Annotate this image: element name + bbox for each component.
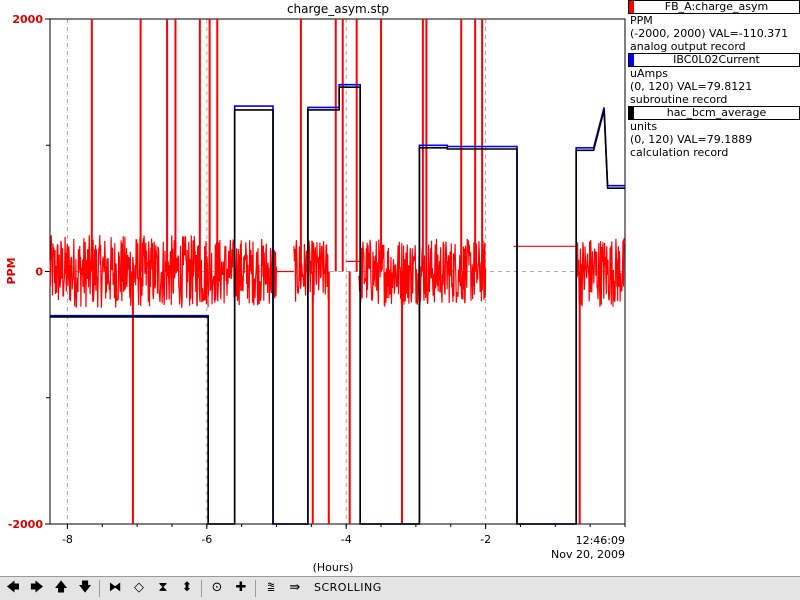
toolbar-separator [201,580,202,597]
arrow-right-icon[interactable]: 🡆 [29,580,45,596]
toolbar: 🡄 🡆 🡅 🡇 ⧓ ◇ ⧗ ⬍ ⊙ ✚ ⩰ ⇛ SCROLLING [0,576,800,600]
scroll-status: SCROLLING [314,581,382,594]
legend-entry[interactable]: FB_A:charge_asym PPM (-2000, 2000) VAL=-… [628,0,800,53]
legend-range-value: (0, 120) VAL=79.8121 [630,80,753,93]
legend-range-value: (0, 120) VAL=79.1889 [630,133,753,146]
legend-range-value: (-2000, 2000) VAL=-110.371 [630,27,789,40]
toolbar-separator [255,580,256,597]
series-ibc0l02current [50,83,625,525]
legend-entry[interactable]: IBC0L02Current uAmps (0, 120) VAL=79.812… [628,53,800,106]
series-segment [207,238,277,306]
legend-series-name: FB_A:charge_asym [664,1,769,13]
zoom-in-y-icon[interactable]: ⧗ [155,580,171,596]
legend-record-type: analog output record [630,40,746,53]
series-segment [575,238,626,307]
legend-units: units [630,120,658,133]
legend-header[interactable]: FB_A:charge_asym [628,0,800,14]
add-cross-icon[interactable]: ✚ [233,580,249,596]
legend-units: uAmps [630,67,668,80]
x-tick-label: -4 [341,533,352,546]
legend-record-type: subroutine record [630,93,728,106]
legend-panel: FB_A:charge_asym PPM (-2000, 2000) VAL=-… [628,0,800,159]
auto-scale-icon[interactable]: ⩰ [263,580,279,596]
series-segment [443,238,487,304]
series-line [50,83,625,525]
x-tick-label: -6 [201,533,212,546]
series-line [50,86,625,525]
legend-header[interactable]: hac_bcm_average [628,106,800,120]
legend-series-name: IBC0L02Current [673,54,760,66]
y-axis-label: PPM [5,257,18,284]
toolbar-separator [99,580,100,597]
zoom-out-x-icon[interactable]: ◇ [131,580,147,596]
series-segment [49,235,209,308]
y-tick-label: 2000 [12,13,43,26]
x-axis: -8 -6 -4 -2 [62,524,626,546]
x-tick-label: -8 [62,533,73,546]
end-date-label: Nov 20, 2009 [551,548,625,561]
arrow-up-icon[interactable]: 🡅 [53,580,69,596]
legend-units: PPM [630,14,653,27]
legend-entry[interactable]: hac_bcm_average units (0, 120) VAL=79.18… [628,106,800,159]
series-hac-bcm-average [50,86,625,525]
x-axis-label: (Hours) [313,561,354,574]
series-segment [293,240,330,303]
legend-series-name: hac_bcm_average [666,107,767,119]
arrow-left-icon[interactable]: 🡄 [5,580,21,596]
y-tick-label: -2000 [8,518,44,531]
scroll-mode-icon[interactable]: ⇛ [287,580,303,596]
chart-title: charge_asym.stp [287,2,389,16]
arrow-down-icon[interactable]: 🡇 [77,580,93,596]
x-tick-label: -2 [480,533,491,546]
y-tick-label: 0 [35,266,43,279]
end-time-label: 12:46:09 [576,534,625,547]
zoom-out-y-icon[interactable]: ⬍ [179,580,195,596]
center-icon[interactable]: ⊙ [209,580,225,596]
legend-header[interactable]: IBC0L02Current [628,53,800,67]
zoom-in-x-icon[interactable]: ⧓ [107,580,123,596]
legend-record-type: calculation record [630,146,729,159]
